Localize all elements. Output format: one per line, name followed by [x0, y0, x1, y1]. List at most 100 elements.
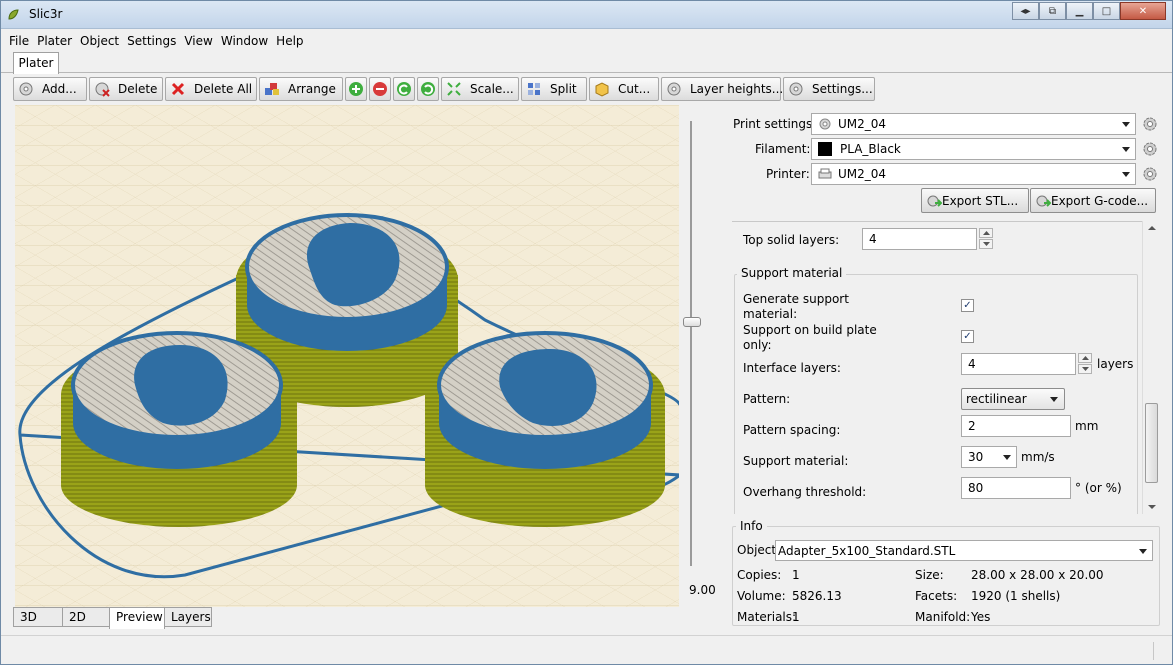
menu-file[interactable]: File — [9, 34, 29, 48]
split-label: Split — [550, 82, 577, 96]
spin-up-icon[interactable] — [979, 228, 993, 238]
menu-plater[interactable]: Plater — [37, 34, 72, 48]
export-stl-button[interactable]: Export STL... — [921, 188, 1029, 213]
printer-combo[interactable]: UM2_04 — [811, 163, 1136, 185]
maximize-button[interactable]: □ — [1093, 2, 1120, 20]
top-solid-layers-input[interactable]: 4 — [862, 228, 977, 250]
decrease-copies-button[interactable] — [369, 77, 391, 101]
arrange-icon — [264, 81, 280, 97]
layer-heights-label: Layer heights... — [690, 82, 784, 96]
tab-layers[interactable]: Layers — [164, 607, 212, 627]
delete-button[interactable]: Delete — [89, 77, 163, 101]
scale-button[interactable]: Scale... — [441, 77, 519, 101]
status-separator — [1153, 642, 1154, 660]
copies-value: 1 — [792, 568, 800, 582]
print-settings-gear-icon[interactable] — [1142, 116, 1158, 132]
printer-label: Printer: — [766, 167, 810, 181]
scroll-up-icon[interactable] — [1148, 226, 1156, 230]
arrange-windows-button[interactable]: ◂▸ — [1012, 2, 1039, 20]
close-button[interactable]: ✕ — [1120, 2, 1166, 20]
filament-gear-icon[interactable] — [1142, 141, 1158, 157]
export-gcode-button[interactable]: Export G-code... — [1030, 188, 1156, 213]
support-speed-combo[interactable]: 30 — [961, 446, 1017, 468]
main-tab-strip: Plater — [1, 51, 1172, 74]
menu-window[interactable]: Window — [221, 34, 268, 48]
layer-height-value: 9.00 — [689, 583, 716, 597]
tab-plater[interactable]: Plater — [13, 52, 59, 74]
settings-scrollbar[interactable] — [1142, 221, 1159, 514]
minimize-button[interactable]: ▁ — [1066, 2, 1093, 20]
minus-icon — [372, 81, 388, 97]
increase-copies-button[interactable] — [345, 77, 367, 101]
layer-heights-button[interactable]: Layer heights... — [661, 77, 784, 101]
export-gcode-label: Export G-code... — [1051, 193, 1149, 208]
printer-gear-icon[interactable] — [1142, 166, 1158, 182]
object-settings-button[interactable]: Settings... — [783, 77, 875, 101]
menu-object[interactable]: Object — [80, 34, 119, 48]
pattern-spacing-label: Pattern spacing: — [743, 423, 841, 437]
object-label: Object: — [737, 543, 781, 557]
part-right — [425, 331, 665, 527]
interface-layers-input[interactable]: 4 — [961, 353, 1076, 375]
facets-value: 1920 (1 shells) — [971, 589, 1061, 603]
pattern-spacing-unit: mm — [1075, 419, 1099, 433]
print-settings-combo[interactable]: UM2_04 — [811, 113, 1136, 135]
split-button[interactable]: Split — [521, 77, 587, 101]
tab-3d[interactable]: 3D — [13, 607, 63, 627]
filament-combo[interactable]: PLA_Black — [811, 138, 1136, 160]
cut-box-icon — [594, 81, 610, 97]
delete-all-button[interactable]: Delete All — [165, 77, 257, 101]
interface-layers-spinner[interactable] — [1078, 353, 1092, 375]
scroll-down-icon[interactable] — [1148, 505, 1156, 509]
chevron-down-icon — [1122, 147, 1130, 152]
manifold-value: Yes — [971, 610, 991, 624]
cut-button[interactable]: Cut... — [589, 77, 659, 101]
plus-icon — [348, 81, 364, 97]
layer-slider[interactable]: 9.00 — [681, 111, 727, 601]
overhang-threshold-label: Overhang threshold: — [743, 485, 867, 499]
rotate-right-button[interactable] — [417, 77, 439, 101]
restore-icon-button[interactable]: ⧉ — [1039, 2, 1066, 20]
print-settings-value: UM2_04 — [838, 117, 887, 131]
pattern-select[interactable]: rectilinear — [961, 388, 1065, 410]
add-gear-icon — [18, 81, 34, 97]
spin-up-icon[interactable] — [1078, 353, 1092, 363]
tab-preview[interactable]: Preview — [109, 607, 165, 629]
layer-slider-track — [690, 121, 692, 566]
printer-value: UM2_04 — [838, 167, 887, 181]
menu-settings[interactable]: Settings — [127, 34, 176, 48]
generate-support-label-line2: material: — [743, 307, 798, 321]
rotate-left-button[interactable] — [393, 77, 415, 101]
window-title: Slic3r — [29, 7, 63, 21]
spin-down-icon[interactable] — [979, 239, 993, 249]
generate-support-checkbox[interactable]: ✓ — [961, 299, 974, 312]
support-speed-label: Support material: — [743, 454, 849, 468]
menu-help[interactable]: Help — [276, 34, 303, 48]
rotate-right-icon — [420, 81, 436, 97]
delete-all-label: Delete All — [194, 82, 253, 96]
menu-view[interactable]: View — [184, 34, 212, 48]
layer-slider-thumb[interactable] — [683, 317, 701, 327]
scrollbar-thumb[interactable] — [1145, 403, 1158, 483]
spin-down-icon[interactable] — [1078, 364, 1092, 374]
title-bar: Slic3r ◂▸ ⧉ ▁ □ ✕ — [1, 1, 1172, 29]
preview-canvas[interactable] — [15, 105, 679, 607]
build-plate-only-checkbox[interactable]: ✓ — [961, 330, 974, 343]
view-tabs: 3D 2D Preview Layers — [13, 607, 212, 629]
object-select[interactable]: Adapter_5x100_Standard.STL — [775, 540, 1153, 561]
top-solid-layers-spinner[interactable] — [979, 228, 993, 250]
settings-label: Settings... — [812, 82, 873, 96]
pattern-spacing-input[interactable]: 2 — [961, 415, 1071, 437]
slic3r-logo-icon — [8, 9, 19, 20]
arrange-button[interactable]: Arrange — [259, 77, 343, 101]
add-button[interactable]: Add... — [13, 77, 87, 101]
menu-bar: File Plater Object Settings View Window … — [1, 30, 1172, 51]
interface-layers-label: Interface layers: — [743, 361, 841, 375]
build-plate-only-label-line2: only: — [743, 338, 772, 352]
filament-color-swatch — [818, 142, 832, 156]
tab-2d[interactable]: 2D — [62, 607, 110, 627]
filament-label: Filament: — [755, 142, 811, 156]
materials-label: Materials: — [737, 610, 797, 624]
overhang-threshold-input[interactable]: 80 — [961, 477, 1071, 499]
delete-gear-icon — [94, 81, 110, 97]
